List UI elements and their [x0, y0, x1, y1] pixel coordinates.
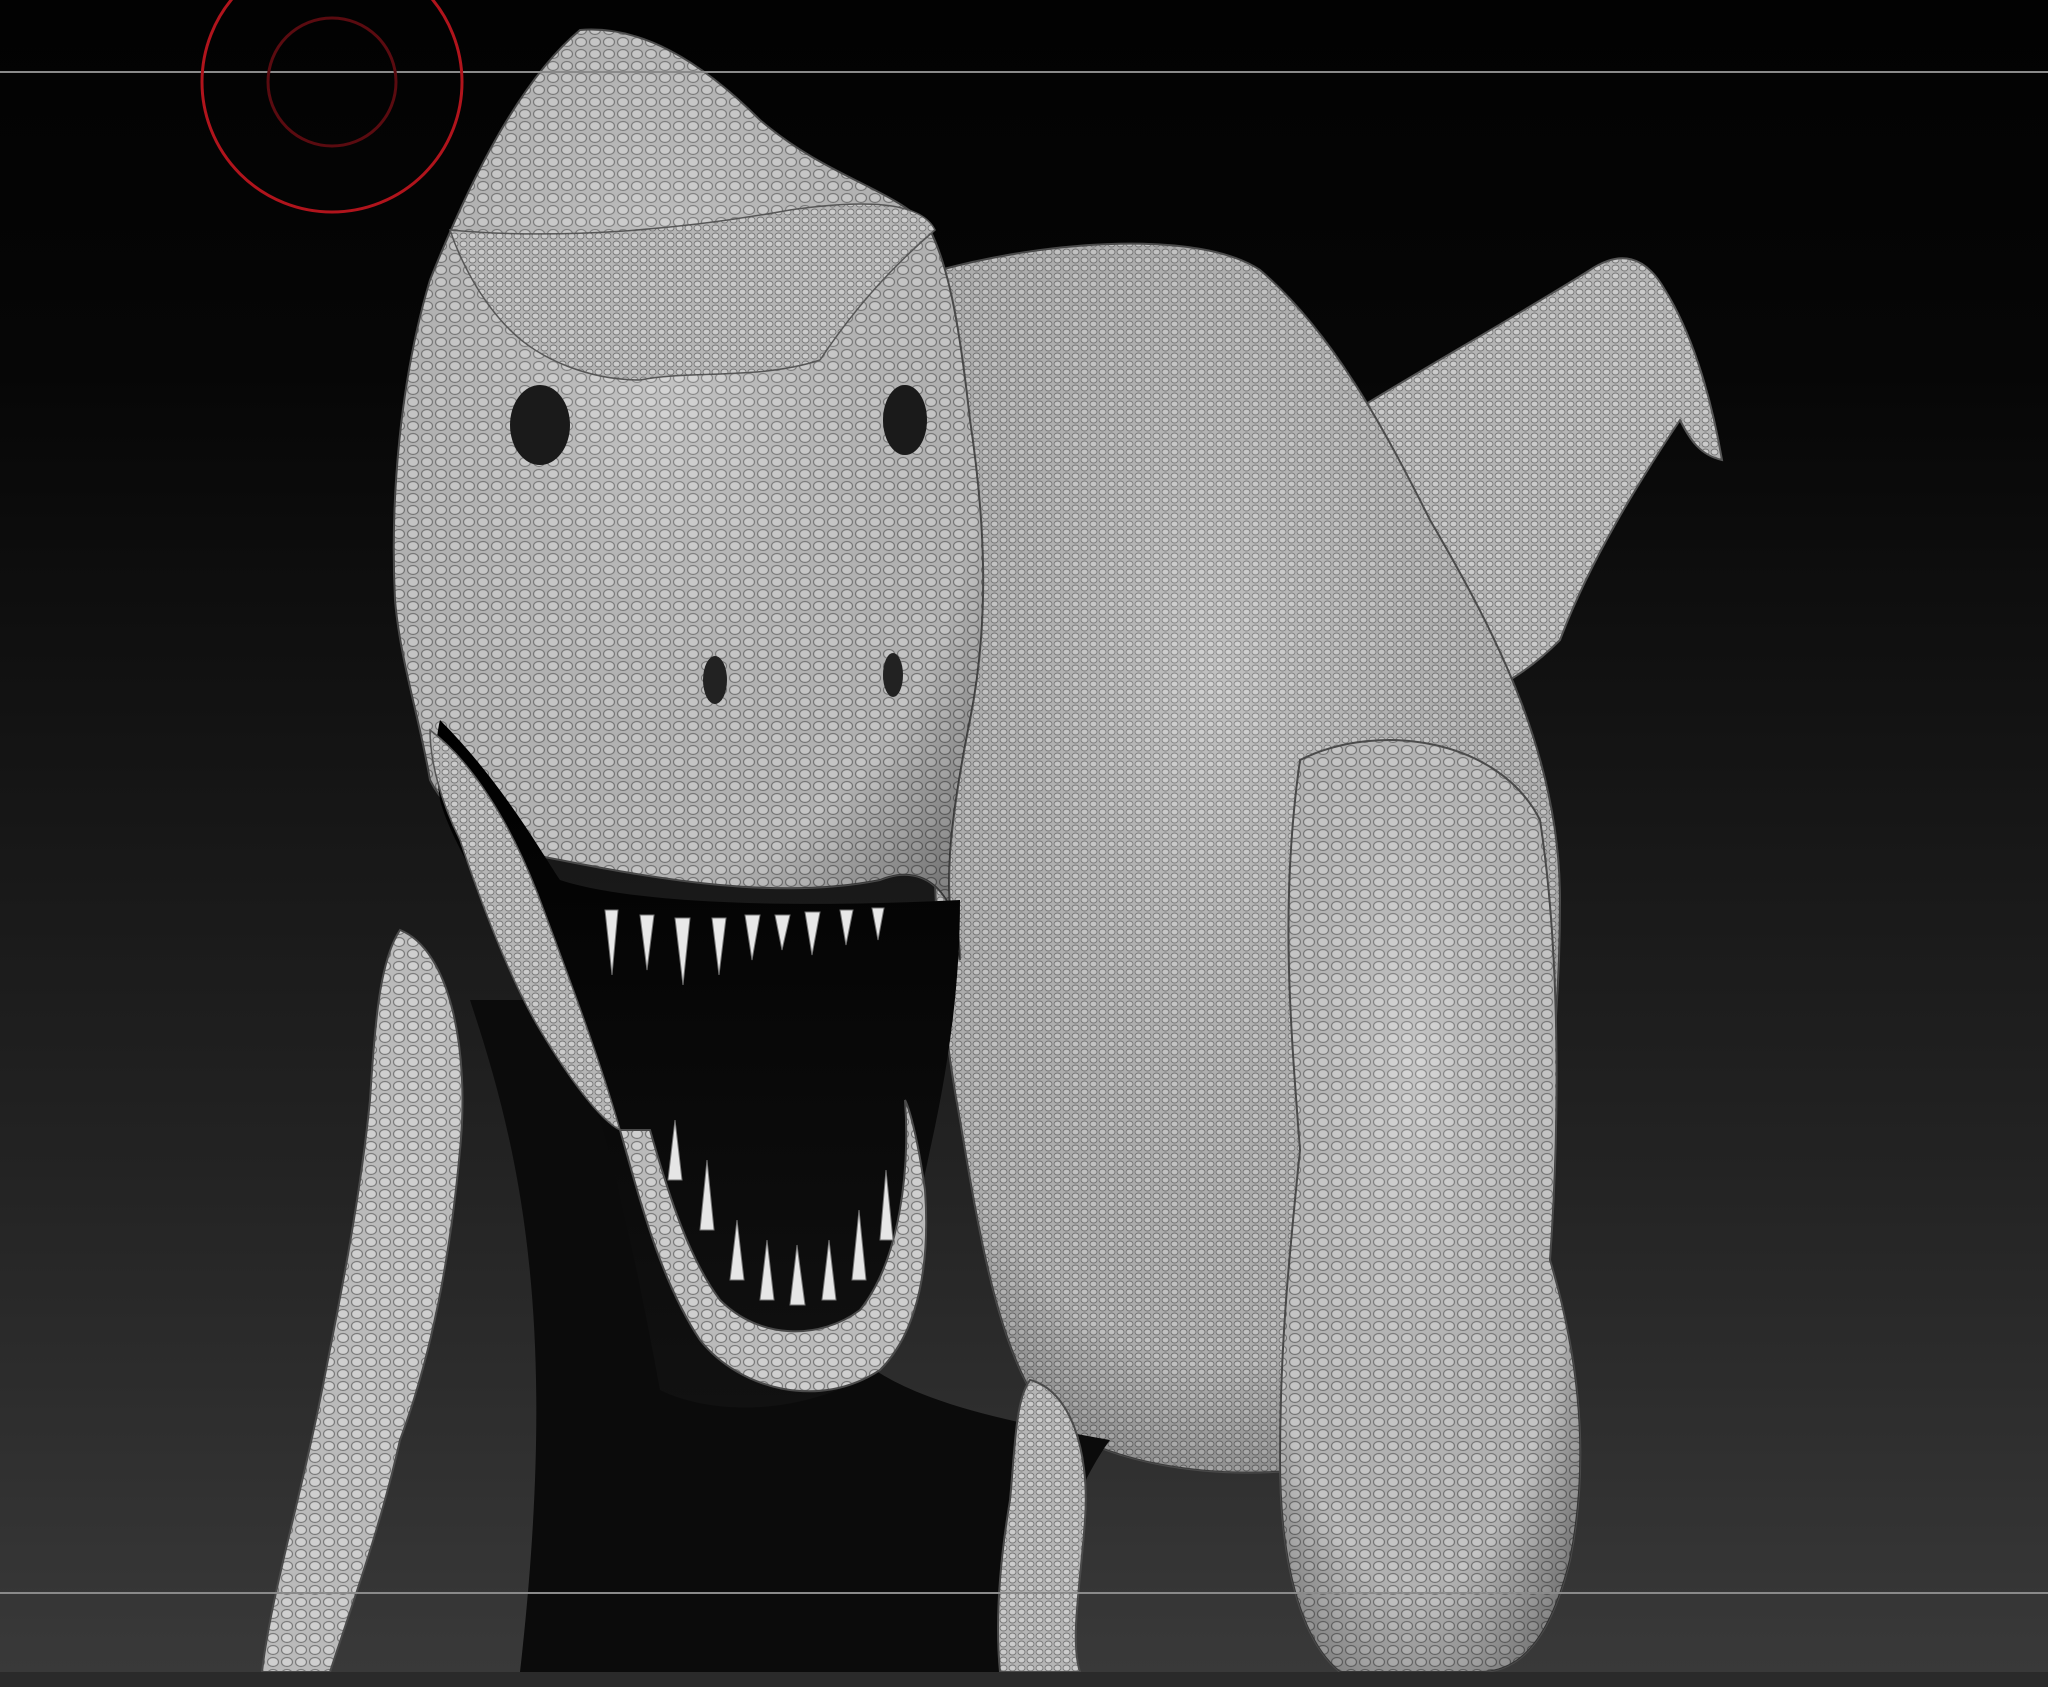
left-arm — [260, 928, 464, 1672]
left-eye — [510, 385, 570, 465]
brush-cursor-icon — [200, 0, 464, 214]
brush-outer-ring — [200, 0, 464, 214]
sculpt-viewport[interactable] — [0, 0, 2048, 1672]
right-eye — [883, 385, 927, 455]
right-nostril — [883, 653, 903, 697]
left-nostril — [703, 656, 727, 704]
brush-inner-ring — [266, 16, 398, 148]
viewport-bottom-edge — [0, 1672, 2048, 1687]
trex-model[interactable] — [0, 0, 2048, 1672]
viewport-guide-bottom — [0, 1592, 2048, 1594]
